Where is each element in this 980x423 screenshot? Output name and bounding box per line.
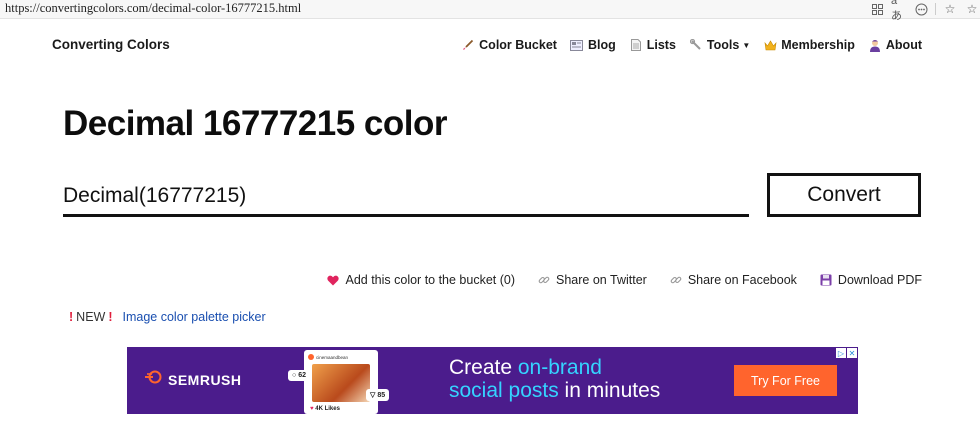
main-nav: Color Bucket Blog Lists Tools ▼ Membersh… (448, 38, 922, 52)
ad-card-username: cinemaandbean (316, 354, 349, 360)
ad-headline: Create on-brand social posts in minutes (449, 356, 660, 402)
nav-label: About (885, 38, 922, 52)
close-ad-icon[interactable]: ✕ (847, 348, 857, 358)
comment-icon: ○ (292, 372, 297, 379)
comments-count: 62 (298, 372, 306, 379)
document-icon (629, 38, 643, 52)
color-actions: Add this color to the bucket (0) Share o… (304, 273, 922, 287)
nav-blog[interactable]: Blog (570, 38, 616, 52)
palette-picker-link[interactable]: Image color palette picker (123, 310, 266, 324)
ad-card-likes: ♥ 4K Likes (310, 406, 340, 412)
headline-plain-1: Create (449, 356, 518, 379)
new-feature-notice: ! NEW ! Image color palette picker (66, 310, 266, 324)
filter-icon: ▽ (370, 392, 376, 399)
nav-membership[interactable]: Membership (763, 38, 855, 52)
ad-social-card: cinemaandbean ♥ 4K Likes (304, 350, 378, 414)
heart-icon (326, 273, 340, 287)
browser-address-bar[interactable]: https://convertingcolors.com/decimal-col… (0, 0, 980, 22)
semrush-flame-icon (145, 370, 163, 389)
action-label: Share on Twitter (556, 273, 647, 287)
nav-about[interactable]: About (868, 38, 922, 52)
ad-logo: SEMRUSH (145, 370, 242, 389)
nav-label: Tools (706, 38, 740, 52)
translate-icon[interactable]: aあ (891, 0, 907, 22)
share-twitter-link[interactable]: Share on Twitter (537, 273, 647, 287)
heart-icon: ♥ (310, 406, 314, 412)
convert-button[interactable]: Convert (767, 173, 921, 217)
add-to-bucket-link[interactable]: Add this color to the bucket (0) (326, 273, 515, 287)
action-label: Download PDF (837, 273, 922, 287)
nav-lists[interactable]: Lists (629, 38, 676, 52)
wrench-icon (689, 38, 703, 52)
nav-label: Lists (646, 38, 676, 52)
ad-brand: SEMRUSH (168, 371, 242, 388)
link-icon (669, 273, 683, 287)
brush-icon (461, 38, 475, 52)
shares-count: 85 (377, 392, 386, 399)
coffee-image (312, 364, 370, 402)
adchoices[interactable]: ▷ ✕ (835, 348, 857, 358)
nav-label: Blog (587, 38, 616, 52)
adchoices-icon[interactable]: ▷ (836, 348, 846, 358)
comments-bubble: ○ 62 (288, 370, 310, 381)
headline-plain-2: in minutes (558, 379, 661, 402)
browser-toolbar-icons: aあ ☆ ☆ (863, 0, 980, 22)
chevron-down-icon: ▼ (742, 40, 751, 50)
nav-tools[interactable]: Tools ▼ (689, 38, 750, 52)
action-label: Add this color to the bucket (0) (345, 273, 516, 287)
page-title: Decimal 16777215 color (63, 104, 447, 143)
avatar (308, 354, 314, 360)
action-label: Share on Facebook (687, 273, 797, 287)
likes-count: 4K Likes (315, 406, 340, 412)
nav-color-bucket[interactable]: Color Bucket (461, 38, 557, 52)
more-icon[interactable] (913, 1, 929, 17)
download-pdf-link[interactable]: Download PDF (819, 273, 922, 287)
crown-icon (763, 38, 777, 52)
ad-banner[interactable]: SEMRUSH cinemaandbean ♥ 4K Likes ○ 62 ▽ … (127, 347, 858, 414)
exclamation-icon: ! (69, 310, 74, 324)
headline-highlight-2: social posts (449, 379, 559, 402)
site-logo[interactable]: Converting Colors (52, 37, 170, 52)
toolbar-separator (935, 3, 936, 15)
link-icon (537, 273, 551, 287)
nav-label: Membership (781, 38, 855, 52)
try-for-free-button[interactable]: Try For Free (734, 365, 837, 396)
favorite-icon[interactable]: ☆ (942, 1, 958, 17)
floppy-icon (819, 273, 833, 287)
exclamation-icon: ! (108, 310, 113, 324)
shares-bubble: ▽ 85 (366, 389, 390, 401)
url-text[interactable]: https://convertingcolors.com/decimal-col… (5, 1, 301, 16)
grid-icon[interactable] (869, 1, 885, 17)
share-facebook-link[interactable]: Share on Facebook (669, 273, 797, 287)
collections-icon[interactable]: ☆ (964, 1, 980, 17)
newspaper-icon (570, 38, 584, 52)
color-input[interactable] (63, 178, 749, 217)
headline-highlight-1: on-brand (517, 356, 602, 379)
ad-card-user: cinemaandbean (308, 354, 348, 360)
nav-label: Color Bucket (479, 38, 557, 52)
person-icon (868, 38, 882, 52)
new-label: NEW (76, 310, 106, 324)
